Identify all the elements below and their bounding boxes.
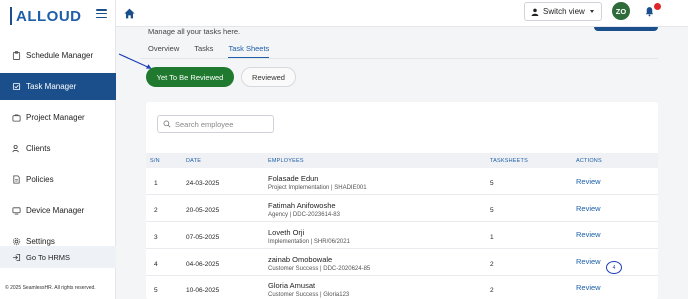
logo-text: ALLOUD <box>16 7 82 25</box>
employee-meta: Customer Success | DDC-2020624-85 <box>268 266 371 272</box>
sidebar-item-device-manager[interactable]: Device Manager <box>0 197 116 224</box>
logo-bar <box>10 7 12 25</box>
search-box[interactable] <box>157 115 274 133</box>
avatar[interactable]: ZO <box>612 2 630 20</box>
device-icon <box>12 206 21 215</box>
hamburger-menu-icon[interactable] <box>96 9 107 19</box>
home-icon[interactable] <box>123 7 136 20</box>
employee-meta: Implementation | SHR/06/2021 <box>268 239 350 245</box>
column-header-actions: ACTIONS <box>576 158 602 164</box>
row-date: 20-05-2025 <box>186 207 220 214</box>
review-link[interactable]: Review <box>576 204 601 213</box>
row-tasksheets: 5 <box>490 207 494 214</box>
review-link[interactable]: Review <box>576 177 601 186</box>
sidebar-item-project-manager[interactable]: Project Manager <box>0 104 116 131</box>
row-date: 10-06-2025 <box>186 287 220 294</box>
page-subtitle: Manage all your tasks here. <box>148 27 241 36</box>
logo[interactable]: ALLOUD <box>10 5 82 27</box>
row-sn: 4 <box>154 261 158 268</box>
sidebar-item-label: Settings <box>26 237 55 246</box>
row-sn: 3 <box>154 234 158 241</box>
document-icon <box>12 175 21 184</box>
row-date: 04-06-2025 <box>186 261 220 268</box>
sidebar-item-label: Policies <box>26 175 54 184</box>
annotation-arrow <box>118 53 152 69</box>
go-to-hrms-label: Go To HRMS <box>26 252 71 262</box>
row-tasksheets: 5 <box>490 180 494 187</box>
employee-name: Gloria Amusat <box>268 281 316 290</box>
login-icon <box>12 253 21 262</box>
sidebar-item-label: Task Manager <box>26 82 77 91</box>
column-header-sn: S/N <box>150 158 160 164</box>
sidebar-item-label: Device Manager <box>26 206 85 215</box>
employee-name: Loveth Orji <box>268 228 305 237</box>
row-tasksheets: 1 <box>490 234 494 241</box>
column-header-tasksheets: TASKSHEETS <box>490 158 528 164</box>
go-to-hrms-link[interactable]: Go To HRMS <box>0 246 116 268</box>
tab-divider <box>140 58 658 59</box>
review-link[interactable]: Review <box>576 230 601 239</box>
tab-bar: Overview Tasks Task Sheets <box>148 44 284 58</box>
users-icon <box>12 144 21 153</box>
employee-meta: Project Implementation | SHADIE001 <box>268 185 367 191</box>
tab-tasks[interactable]: Tasks <box>194 44 213 58</box>
employee-name: Fatimah Anifowoshe <box>268 201 336 210</box>
sidebar: ALLOUD Schedule Manager Task Manager Pro… <box>0 0 116 299</box>
sidebar-item-label: Project Manager <box>26 113 85 122</box>
column-header-date: DATE <box>186 158 202 164</box>
row-sn: 5 <box>154 287 158 294</box>
employee-meta: Customer Success | Gloria123 <box>268 292 350 298</box>
chevron-down-icon <box>589 10 594 13</box>
switch-view-dropdown[interactable]: Switch view <box>524 2 602 21</box>
search-input[interactable] <box>175 119 270 129</box>
sidebar-item-policies[interactable]: Policies <box>0 166 116 193</box>
briefcase-icon <box>12 113 21 122</box>
sidebar-item-schedule-manager[interactable]: Schedule Manager <box>0 42 116 69</box>
sidebar-nav: Schedule Manager Task Manager Project Ma… <box>0 42 116 259</box>
top-bar <box>116 0 688 27</box>
employee-meta: Agency | DDC-2023614-83 <box>268 212 340 218</box>
row-sn: 2 <box>154 207 158 214</box>
employee-name: zainab Omobowale <box>268 255 333 264</box>
row-tasksheets: 2 <box>490 287 494 294</box>
tab-task-sheets[interactable]: Task Sheets <box>228 44 270 58</box>
row-date: 24-03-2025 <box>186 180 220 187</box>
review-link[interactable]: Review <box>576 257 601 266</box>
sidebar-item-label: Clients <box>26 144 51 153</box>
annotation-marker: 4 <box>606 261 622 274</box>
yet-to-be-reviewed-button[interactable]: Yet To Be Reviewed <box>146 67 234 87</box>
employee-name: Folasade Edun <box>268 174 319 183</box>
person-icon <box>531 8 539 16</box>
notification-badge <box>654 3 661 10</box>
column-header-employees: EMPLOYEES <box>268 158 304 164</box>
reviewed-button[interactable]: Reviewed <box>241 67 296 87</box>
row-sn: 1 <box>154 180 158 187</box>
search-icon <box>163 120 171 128</box>
top-action-button[interactable] <box>594 27 658 31</box>
app-root: ALLOUD Schedule Manager Task Manager Pro… <box>0 0 688 299</box>
sidebar-item-task-manager[interactable]: Task Manager <box>0 73 116 100</box>
sidebar-item-clients[interactable]: Clients <box>0 135 116 162</box>
sidebar-item-label: Schedule Manager <box>26 51 94 60</box>
clipboard-icon <box>12 51 21 60</box>
row-tasksheets: 2 <box>490 261 494 268</box>
switch-view-label: Switch view <box>543 7 585 16</box>
review-link[interactable]: Review <box>576 283 601 292</box>
row-date: 07-05-2025 <box>186 234 220 241</box>
task-icon <box>12 82 21 91</box>
copyright-text: © 2025 SeamlessHR. All rights reserved. <box>5 285 96 291</box>
gear-icon <box>12 237 21 246</box>
